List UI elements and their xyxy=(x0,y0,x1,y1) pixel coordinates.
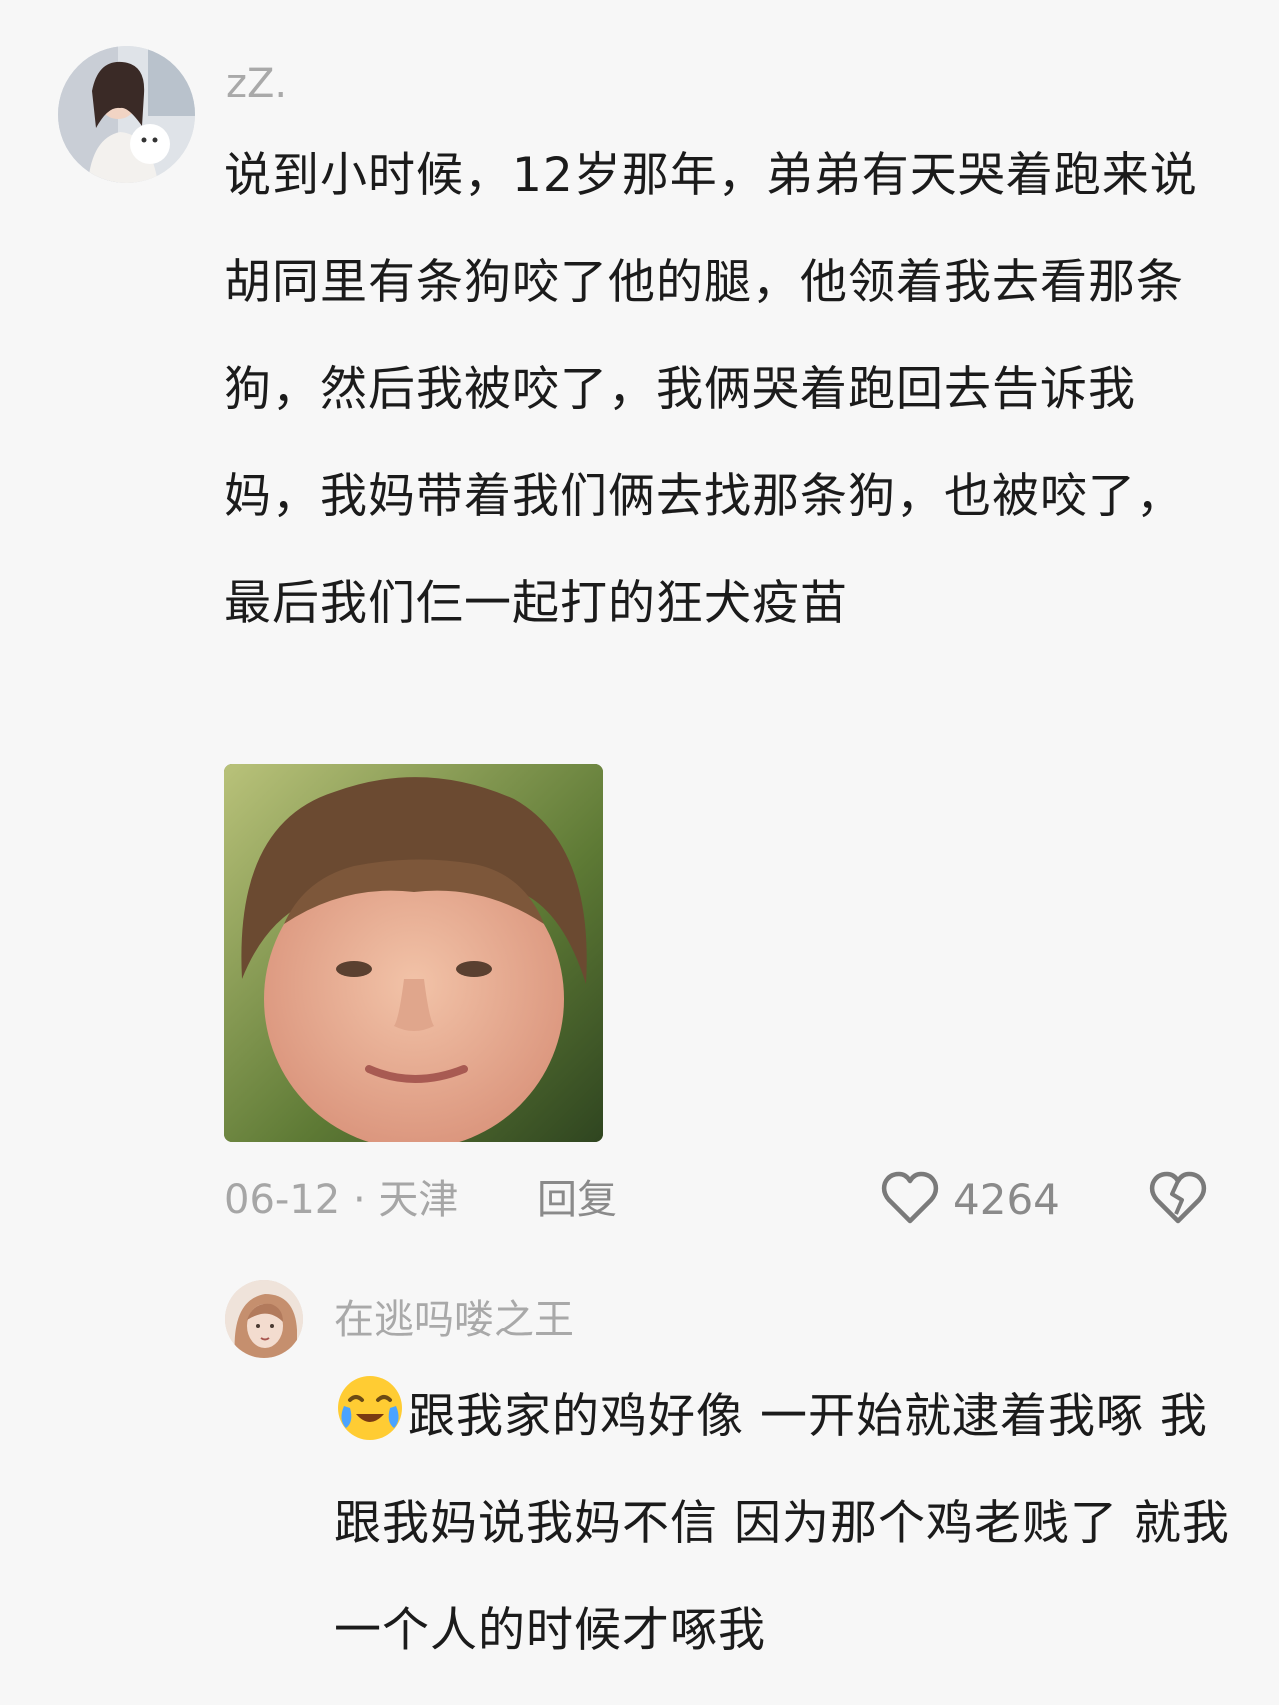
reply-user-avatar[interactable] xyxy=(225,1280,303,1358)
reply-text-content: 跟我家的鸡好像 一开始就逮着我啄 我跟我妈说我妈不信 因为那个鸡老贱了 就我一个… xyxy=(334,1389,1230,1658)
reply-text: 跟我家的鸡好像 一开始就逮着我啄 我跟我妈说我妈不信 因为那个鸡老贱了 就我一个… xyxy=(334,1363,1234,1684)
boy-face-photo xyxy=(224,764,603,1142)
reply-username[interactable]: 在逃吗喽之王 xyxy=(334,1292,574,1348)
comment-date-location: 06-12 · 天津 xyxy=(224,1177,459,1223)
crying-laughing-emoji xyxy=(334,1372,406,1444)
user-avatar[interactable] xyxy=(58,46,195,183)
reply-button[interactable]: 回复 xyxy=(537,1172,617,1228)
comment-username[interactable]: zZ. xyxy=(226,56,287,112)
avatar-photo xyxy=(58,46,195,183)
heart-outline-icon[interactable] xyxy=(880,1170,940,1226)
comment-text: 说到小时候，12岁那年，弟弟有天哭着跑来说胡同里有条狗咬了他的腿，他领着我去看那… xyxy=(224,148,1198,631)
comment-image[interactable] xyxy=(224,764,603,1142)
broken-heart-icon[interactable] xyxy=(1148,1170,1208,1226)
reply-avatar-illustration xyxy=(225,1280,303,1358)
like-count: 4264 xyxy=(953,1175,1060,1224)
